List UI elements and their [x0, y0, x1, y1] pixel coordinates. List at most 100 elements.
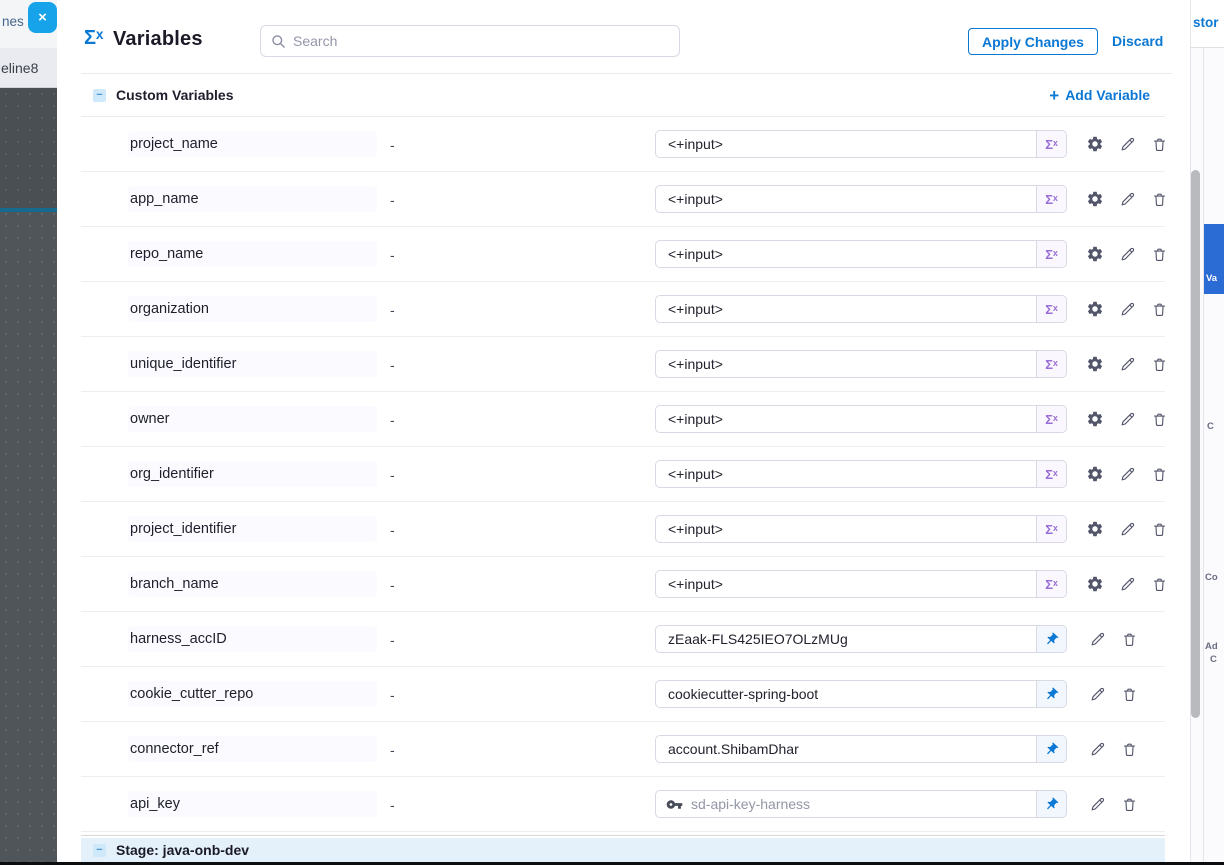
edit-icon-button[interactable]: [1088, 795, 1106, 813]
variable-value-input[interactable]: <+input> Σˣ: [655, 185, 1067, 213]
variable-type: -: [390, 132, 395, 158]
settings-icon-button[interactable]: [1086, 300, 1104, 318]
delete-icon-button[interactable]: [1150, 575, 1168, 593]
runtime-input-sigma-icon[interactable]: Σˣ: [1036, 131, 1066, 157]
variable-type: -: [390, 407, 395, 433]
add-variable-button[interactable]: + Add Variable: [1049, 87, 1150, 104]
settings-icon-button[interactable]: [1086, 245, 1104, 263]
delete-icon-button[interactable]: [1150, 245, 1168, 263]
breadcrumb-fragment[interactable]: nes: [2, 14, 24, 29]
search-input[interactable]: [293, 33, 679, 49]
close-drawer-button[interactable]: ×: [28, 2, 57, 33]
delete-icon-button[interactable]: [1150, 355, 1168, 373]
delete-icon-button[interactable]: [1150, 520, 1168, 538]
variable-value-input[interactable]: <+input> Σˣ: [655, 460, 1067, 488]
variable-type: -: [390, 682, 395, 708]
runtime-input-sigma-icon[interactable]: Σˣ: [1036, 296, 1066, 322]
runtime-input-sigma-icon[interactable]: Σˣ: [1036, 241, 1066, 267]
runtime-input-sigma-icon[interactable]: Σˣ: [1036, 406, 1066, 432]
variables-drawer: Σˣ Variables Apply Changes Discard − Cus…: [57, 0, 1190, 862]
settings-icon-button[interactable]: [1086, 410, 1104, 428]
variable-name: branch_name: [128, 571, 377, 597]
pin-icon[interactable]: [1036, 736, 1066, 762]
delete-icon-button[interactable]: [1120, 795, 1138, 813]
pin-icon[interactable]: [1036, 626, 1066, 652]
edit-icon-button[interactable]: [1118, 410, 1136, 428]
collapse-toggle-icon[interactable]: −: [93, 89, 106, 102]
edit-icon-button[interactable]: [1088, 630, 1106, 648]
settings-icon-button[interactable]: [1086, 520, 1104, 538]
delete-icon-button[interactable]: [1150, 300, 1168, 318]
runtime-input-sigma-icon[interactable]: Σˣ: [1036, 461, 1066, 487]
edit-icon-button[interactable]: [1118, 190, 1136, 208]
variable-value-input[interactable]: <+input> Σˣ: [655, 295, 1067, 323]
row-actions: [1088, 685, 1138, 703]
settings-icon-button[interactable]: [1086, 135, 1104, 153]
variable-row: cookie_cutter_repo - cookiecutter-spring…: [81, 667, 1165, 722]
rail-tab-variables[interactable]: Va: [1204, 224, 1224, 294]
pipeline-tab-fragment[interactable]: eline8: [0, 48, 57, 88]
variable-row: project_identifier - <+input> Σˣ: [81, 502, 1165, 557]
delete-icon-button[interactable]: [1150, 410, 1168, 428]
delete-icon-button[interactable]: [1150, 190, 1168, 208]
variable-value-input[interactable]: <+input> Σˣ: [655, 570, 1067, 598]
variable-value-input[interactable]: cookiecutter-spring-boot: [655, 680, 1067, 708]
edit-icon-button[interactable]: [1118, 300, 1136, 318]
variable-value: <+input>: [668, 411, 1036, 427]
variable-value-input[interactable]: <+input> Σˣ: [655, 240, 1067, 268]
delete-icon-button[interactable]: [1120, 740, 1138, 758]
settings-icon-button[interactable]: [1086, 575, 1104, 593]
variable-name: organization: [128, 296, 377, 322]
section-title: Custom Variables: [116, 87, 234, 103]
pin-icon[interactable]: [1036, 681, 1066, 707]
settings-icon-button[interactable]: [1086, 355, 1104, 373]
row-actions: [1086, 465, 1168, 483]
edit-icon-button[interactable]: [1118, 465, 1136, 483]
collapse-toggle-icon[interactable]: −: [93, 844, 106, 857]
rail-tab-fragment-1[interactable]: C: [1207, 421, 1214, 432]
edit-icon-button[interactable]: [1118, 575, 1136, 593]
runtime-input-sigma-icon[interactable]: Σˣ: [1036, 186, 1066, 212]
variable-value-input[interactable]: <+input> Σˣ: [655, 405, 1067, 433]
scrollbar-thumb[interactable]: [1191, 170, 1200, 718]
variable-row: org_identifier - <+input> Σˣ: [81, 447, 1165, 502]
variable-value-input[interactable]: sd-api-key-harness: [655, 790, 1067, 818]
rail-tab-fragment-3[interactable]: Ad: [1205, 641, 1218, 652]
variable-value: <+input>: [668, 466, 1036, 482]
edit-icon-button[interactable]: [1118, 520, 1136, 538]
delete-icon-button[interactable]: [1120, 685, 1138, 703]
settings-icon-button[interactable]: [1086, 465, 1104, 483]
discard-button[interactable]: Discard: [1112, 33, 1163, 49]
variable-value-input[interactable]: <+input> Σˣ: [655, 130, 1067, 158]
apply-changes-button[interactable]: Apply Changes: [968, 28, 1098, 55]
page-title: Variables: [113, 28, 203, 51]
edit-icon-button[interactable]: [1088, 685, 1106, 703]
pin-icon[interactable]: [1036, 791, 1066, 817]
edit-icon-button[interactable]: [1118, 135, 1136, 153]
edit-icon-button[interactable]: [1118, 245, 1136, 263]
edit-icon-button[interactable]: [1088, 740, 1106, 758]
edit-icon-button[interactable]: [1118, 355, 1136, 373]
row-actions: [1088, 630, 1138, 648]
variable-type: -: [390, 517, 395, 543]
variable-value-input[interactable]: account.ShibamDhar: [655, 735, 1067, 763]
rail-tab-fragment-4[interactable]: C: [1210, 654, 1217, 665]
delete-icon-button[interactable]: [1150, 135, 1168, 153]
runtime-input-sigma-icon[interactable]: Σˣ: [1036, 571, 1066, 597]
row-actions: [1088, 740, 1138, 758]
close-icon: ×: [38, 9, 47, 26]
settings-icon-button[interactable]: [1086, 190, 1104, 208]
delete-icon-button[interactable]: [1150, 465, 1168, 483]
history-link-fragment[interactable]: stor: [1193, 15, 1219, 30]
variable-name: app_name: [128, 186, 377, 212]
rail-tab-fragment-2[interactable]: Co: [1205, 572, 1218, 583]
row-actions: [1088, 795, 1138, 813]
runtime-input-sigma-icon[interactable]: Σˣ: [1036, 351, 1066, 377]
variable-value: <+input>: [668, 576, 1036, 592]
variable-value-input[interactable]: <+input> Σˣ: [655, 350, 1067, 378]
variable-value-input[interactable]: zEaak-FLS425IEO7OLzMUg: [655, 625, 1067, 653]
delete-icon-button[interactable]: [1120, 630, 1138, 648]
variable-value: <+input>: [668, 301, 1036, 317]
variable-value-input[interactable]: <+input> Σˣ: [655, 515, 1067, 543]
runtime-input-sigma-icon[interactable]: Σˣ: [1036, 516, 1066, 542]
